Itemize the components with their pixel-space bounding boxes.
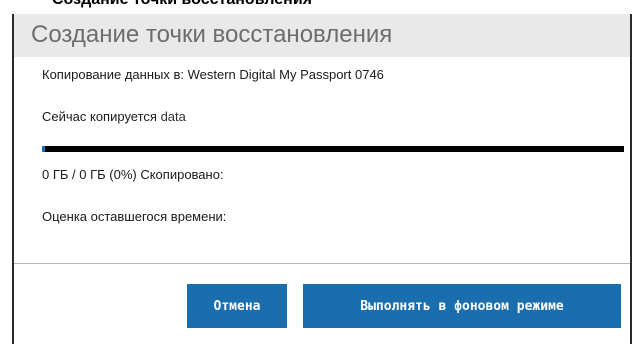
dialog-title-bar: Создание точки восстановления — [14, 14, 630, 57]
progress-bar-fill — [42, 146, 45, 152]
current-item-row: Сейчас копируется data — [42, 109, 186, 124]
progress-bar — [42, 146, 624, 152]
restore-point-dialog: Создание точки восстановления Копировани… — [12, 14, 632, 344]
time-remaining-label: Оценка оставшегося времени: — [42, 209, 227, 224]
background-window-strip: Создание точки восстановления — [0, 0, 635, 13]
background-window-title: Создание точки восстановления — [52, 0, 312, 9]
progress-text: 0 ГБ / 0 ГБ (0%) Скопировано: — [42, 167, 224, 182]
copy-destination-value: Western Digital My Passport 0746 — [187, 67, 384, 82]
copy-destination-row: Копирование данных в: Western Digital My… — [42, 67, 384, 82]
current-item-value: data — [160, 109, 186, 124]
cancel-button[interactable]: Отмена — [187, 284, 287, 328]
dialog-title: Создание точки восстановления — [31, 21, 393, 48]
current-item-label: Сейчас копируется — [42, 109, 157, 124]
copy-destination-label: Копирование данных в: — [42, 67, 184, 82]
dialog-divider — [14, 263, 630, 264]
run-in-background-button[interactable]: Выполнять в фоновом режиме — [303, 284, 621, 328]
